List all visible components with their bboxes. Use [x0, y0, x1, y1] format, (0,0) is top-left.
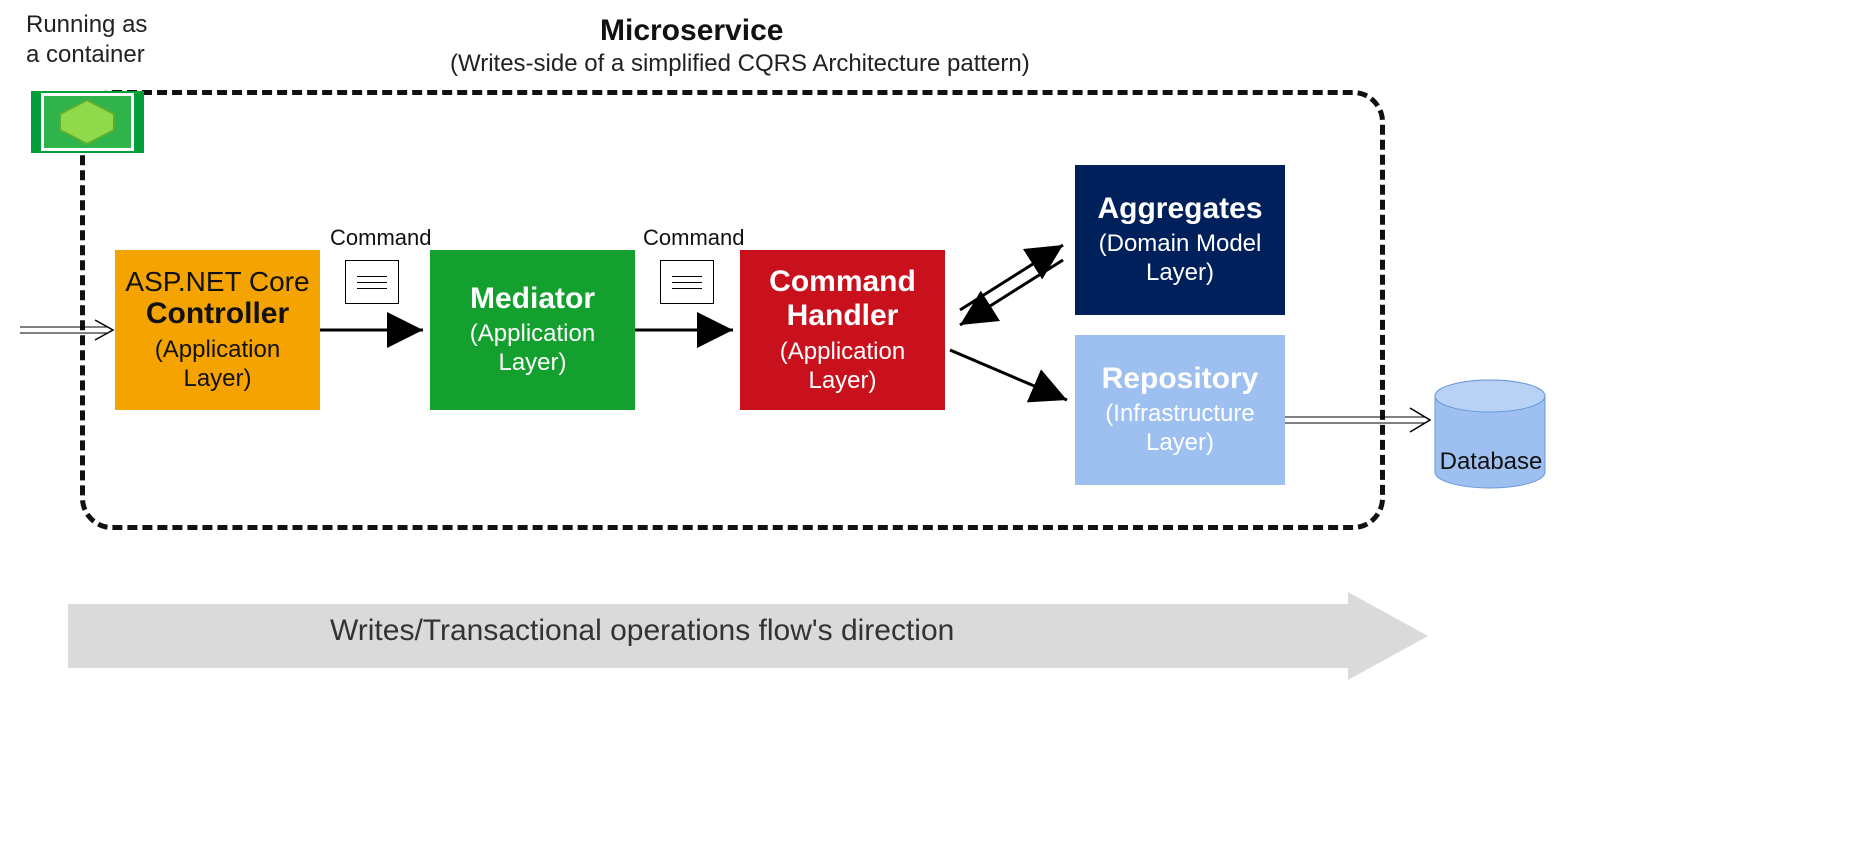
flow-direction-label: Writes/Transactional operations flow's d… [330, 614, 954, 648]
aggregates-sub: (Domain Model Layer) [1085, 230, 1275, 288]
repository-sub: (Infrastructure Layer) [1085, 400, 1275, 458]
handler-box: Command Handler (Application Layer) [740, 250, 945, 410]
container-label-line1: Running as [26, 11, 147, 38]
aggregates-title: Aggregates [1097, 192, 1262, 227]
command-label-2: Command [643, 225, 744, 251]
command-icon-2 [660, 260, 714, 304]
container-icon [30, 90, 145, 154]
repository-title: Repository [1102, 362, 1259, 397]
command-label-1: Command [330, 225, 431, 251]
controller-line1: ASP.NET Core [125, 267, 309, 298]
handler-title: Command Handler [750, 265, 935, 334]
controller-box: ASP.NET Core Controller (Application Lay… [115, 250, 320, 410]
microservice-subtitle: (Writes-side of a simplified CQRS Archit… [450, 50, 1030, 78]
command-icon-1 [345, 260, 399, 304]
mediator-title: Mediator [470, 282, 595, 317]
controller-sub: (Application Layer) [125, 336, 310, 394]
aggregates-box: Aggregates (Domain Model Layer) [1075, 165, 1285, 315]
controller-title: Controller [146, 297, 289, 332]
repository-box: Repository (Infrastructure Layer) [1075, 335, 1285, 485]
container-label: Running as a container [26, 10, 147, 70]
container-label-line2: a container [26, 41, 145, 68]
database-label: Database [1436, 448, 1546, 476]
handler-sub: (Application Layer) [750, 338, 935, 396]
microservice-title: Microservice [600, 14, 783, 48]
mediator-box: Mediator (Application Layer) [430, 250, 635, 410]
mediator-sub: (Application Layer) [440, 320, 625, 378]
